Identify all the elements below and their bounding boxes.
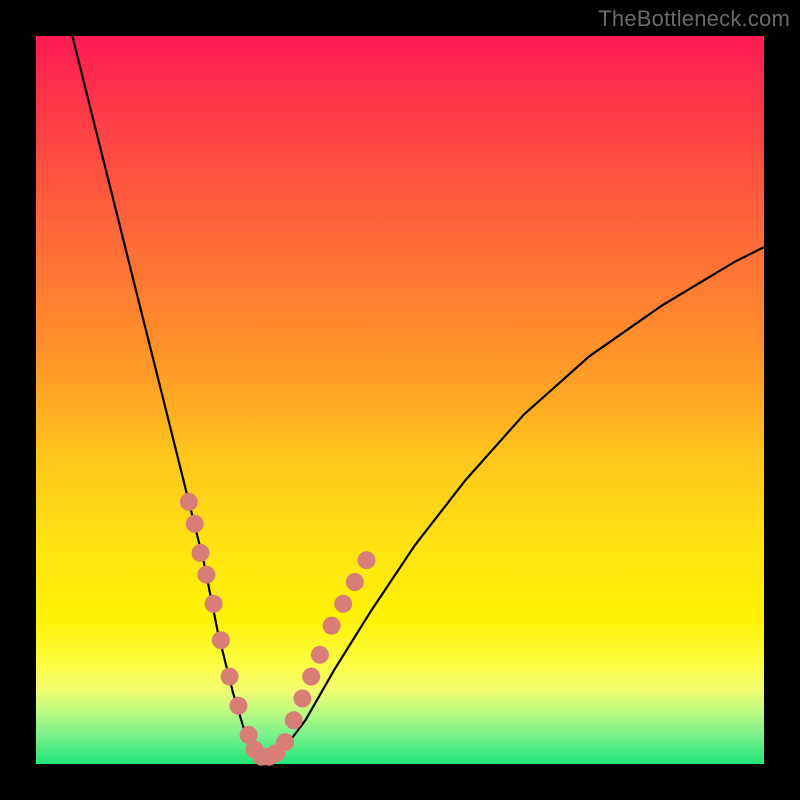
highlight-dot <box>186 515 204 533</box>
highlight-dot <box>346 573 364 591</box>
highlight-dot <box>323 617 341 635</box>
highlight-dot <box>229 697 247 715</box>
highlight-dot <box>212 631 230 649</box>
highlight-dot <box>221 668 239 686</box>
highlight-dot <box>276 733 294 751</box>
highlight-dot <box>358 551 376 569</box>
bottleneck-curve <box>72 36 764 757</box>
highlight-dot <box>192 544 210 562</box>
highlight-dot <box>197 566 215 584</box>
highlight-dot <box>205 595 223 613</box>
highlight-dot <box>311 646 329 664</box>
watermark-text: TheBottleneck.com <box>598 6 790 32</box>
highlight-dot <box>285 711 303 729</box>
plot-area <box>36 36 764 764</box>
curve-layer <box>36 36 764 764</box>
highlight-dot <box>334 595 352 613</box>
highlight-dot <box>302 668 320 686</box>
highlight-dot <box>180 493 198 511</box>
highlight-dots <box>180 493 376 766</box>
chart-frame: TheBottleneck.com <box>0 0 800 800</box>
highlight-dot <box>293 690 311 708</box>
